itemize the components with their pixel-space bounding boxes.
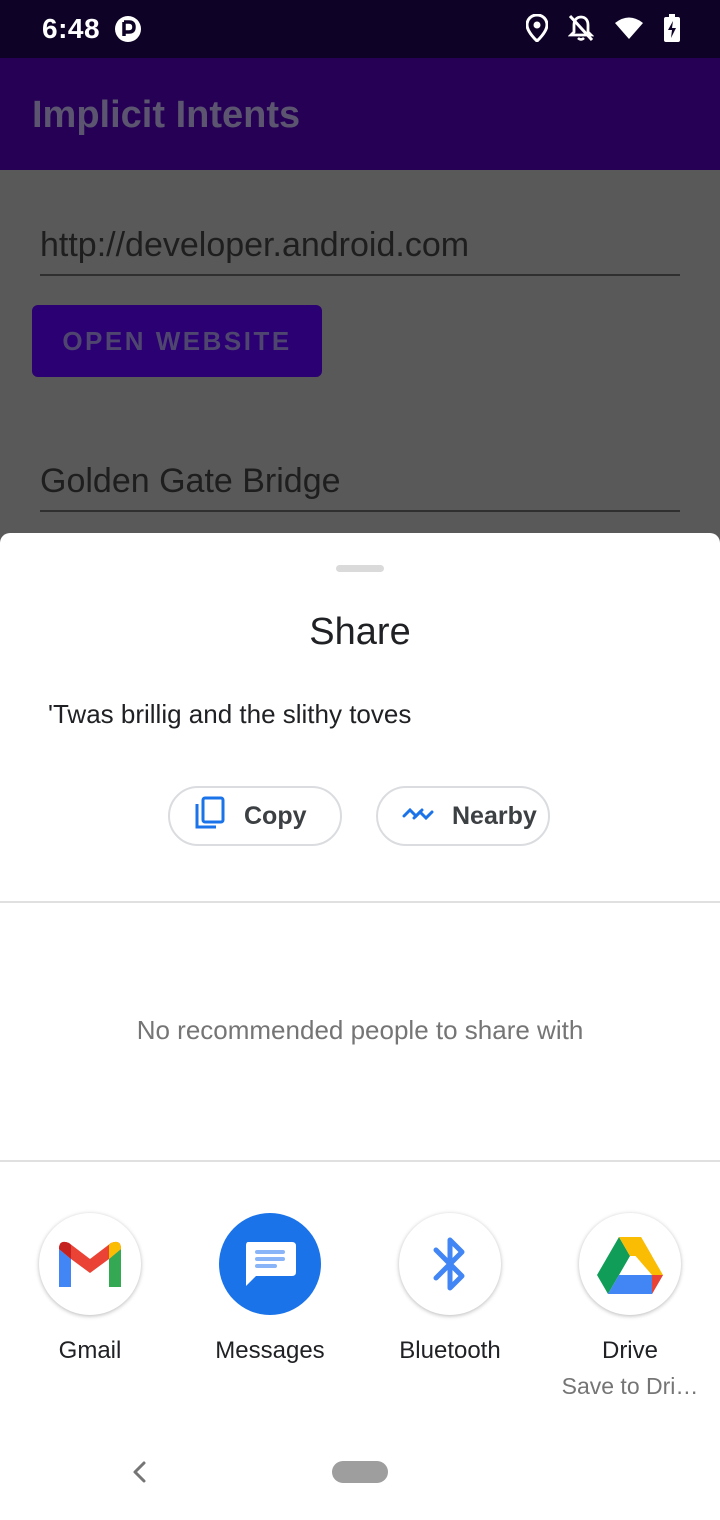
open-website-button[interactable]: OPEN WEBSITE xyxy=(32,305,322,377)
status-time: 6:48 xyxy=(42,13,101,44)
gmail-icon xyxy=(39,1213,141,1315)
share-target-label: Bluetooth xyxy=(399,1337,501,1364)
no-recommended-people-text: No recommended people to share with xyxy=(136,1015,584,1045)
location-input[interactable]: Golden Gate Bridge xyxy=(40,462,680,512)
share-target-label: Drive xyxy=(601,1337,658,1364)
nearby-label: Nearby xyxy=(452,801,537,830)
share-target-messages[interactable]: Messages xyxy=(180,1213,360,1365)
app-notification-icon xyxy=(114,15,142,43)
share-sheet: Share 'Twas brillig and the slithy toves… xyxy=(0,533,720,1520)
status-bar: 6:48 xyxy=(0,0,720,58)
divider xyxy=(0,901,720,903)
copy-icon xyxy=(194,796,244,837)
copy-button[interactable]: Copy xyxy=(168,786,342,846)
bluetooth-icon xyxy=(399,1213,501,1315)
share-target-label: Gmail xyxy=(58,1337,122,1364)
messages-icon xyxy=(219,1213,321,1315)
nearby-share-button[interactable]: Nearby xyxy=(376,786,550,846)
wifi-icon xyxy=(614,16,644,40)
nearby-share-icon xyxy=(402,802,452,831)
back-icon[interactable] xyxy=(128,1460,152,1484)
status-icons xyxy=(526,14,680,42)
screen: 6:48 Implicit Intents http://developer.a… xyxy=(0,0,720,1520)
share-target-drive[interactable]: Drive Save to Dri… xyxy=(540,1213,720,1400)
share-target-label: Messages xyxy=(215,1337,325,1364)
shared-text-preview: 'Twas brillig and the slithy toves xyxy=(48,699,412,729)
url-input[interactable]: http://developer.android.com xyxy=(40,226,680,276)
share-sheet-title: Share xyxy=(309,611,411,653)
drag-handle[interactable] xyxy=(336,565,384,572)
app-title: Implicit Intents xyxy=(32,94,301,136)
location-icon xyxy=(526,14,548,42)
copy-label: Copy xyxy=(244,801,307,830)
battery-charging-icon xyxy=(664,14,680,42)
share-target-gmail[interactable]: Gmail xyxy=(0,1213,180,1365)
notifications-off-icon xyxy=(568,14,594,42)
drive-icon xyxy=(579,1213,681,1315)
home-pill[interactable] xyxy=(332,1461,388,1483)
share-target-sublabel: Save to Dri… xyxy=(561,1373,699,1399)
app-bar: Implicit Intents xyxy=(0,58,720,170)
divider xyxy=(0,1160,720,1162)
share-target-bluetooth[interactable]: Bluetooth xyxy=(360,1213,540,1365)
